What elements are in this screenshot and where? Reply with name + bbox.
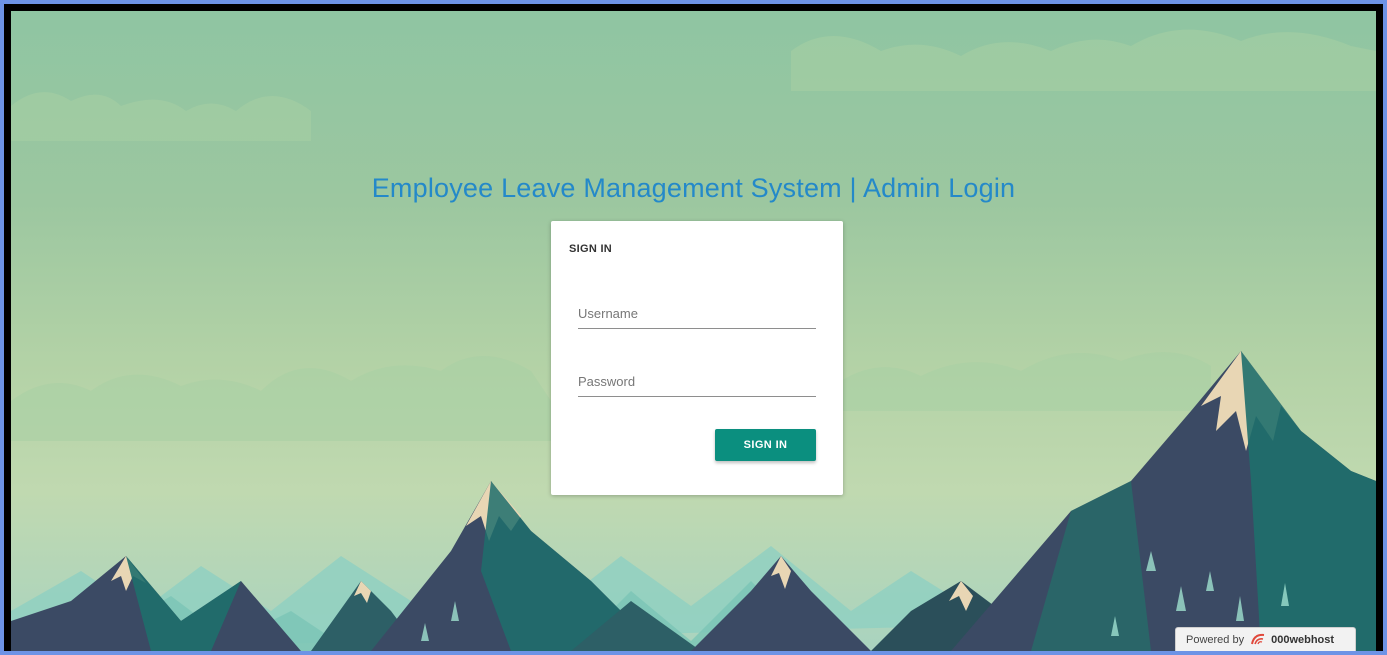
- page-viewport: Employee Leave Management System | Admin…: [11, 11, 1376, 651]
- 000webhost-logo-icon: [1250, 632, 1266, 648]
- username-input[interactable]: [578, 299, 816, 329]
- powered-by-badge[interactable]: Powered by 000webhost: [1175, 627, 1356, 651]
- login-card: SIGN IN SIGN IN: [551, 221, 843, 495]
- password-input[interactable]: [578, 367, 816, 397]
- sign-in-button[interactable]: SIGN IN: [715, 429, 816, 461]
- powered-by-text: Powered by: [1186, 633, 1245, 646]
- window-frame: Employee Leave Management System | Admin…: [4, 4, 1383, 651]
- sign-in-heading: SIGN IN: [569, 243, 613, 255]
- page-title: Employee Leave Management System | Admin…: [371, 173, 1016, 203]
- brand-name: 000webhost: [1271, 633, 1335, 646]
